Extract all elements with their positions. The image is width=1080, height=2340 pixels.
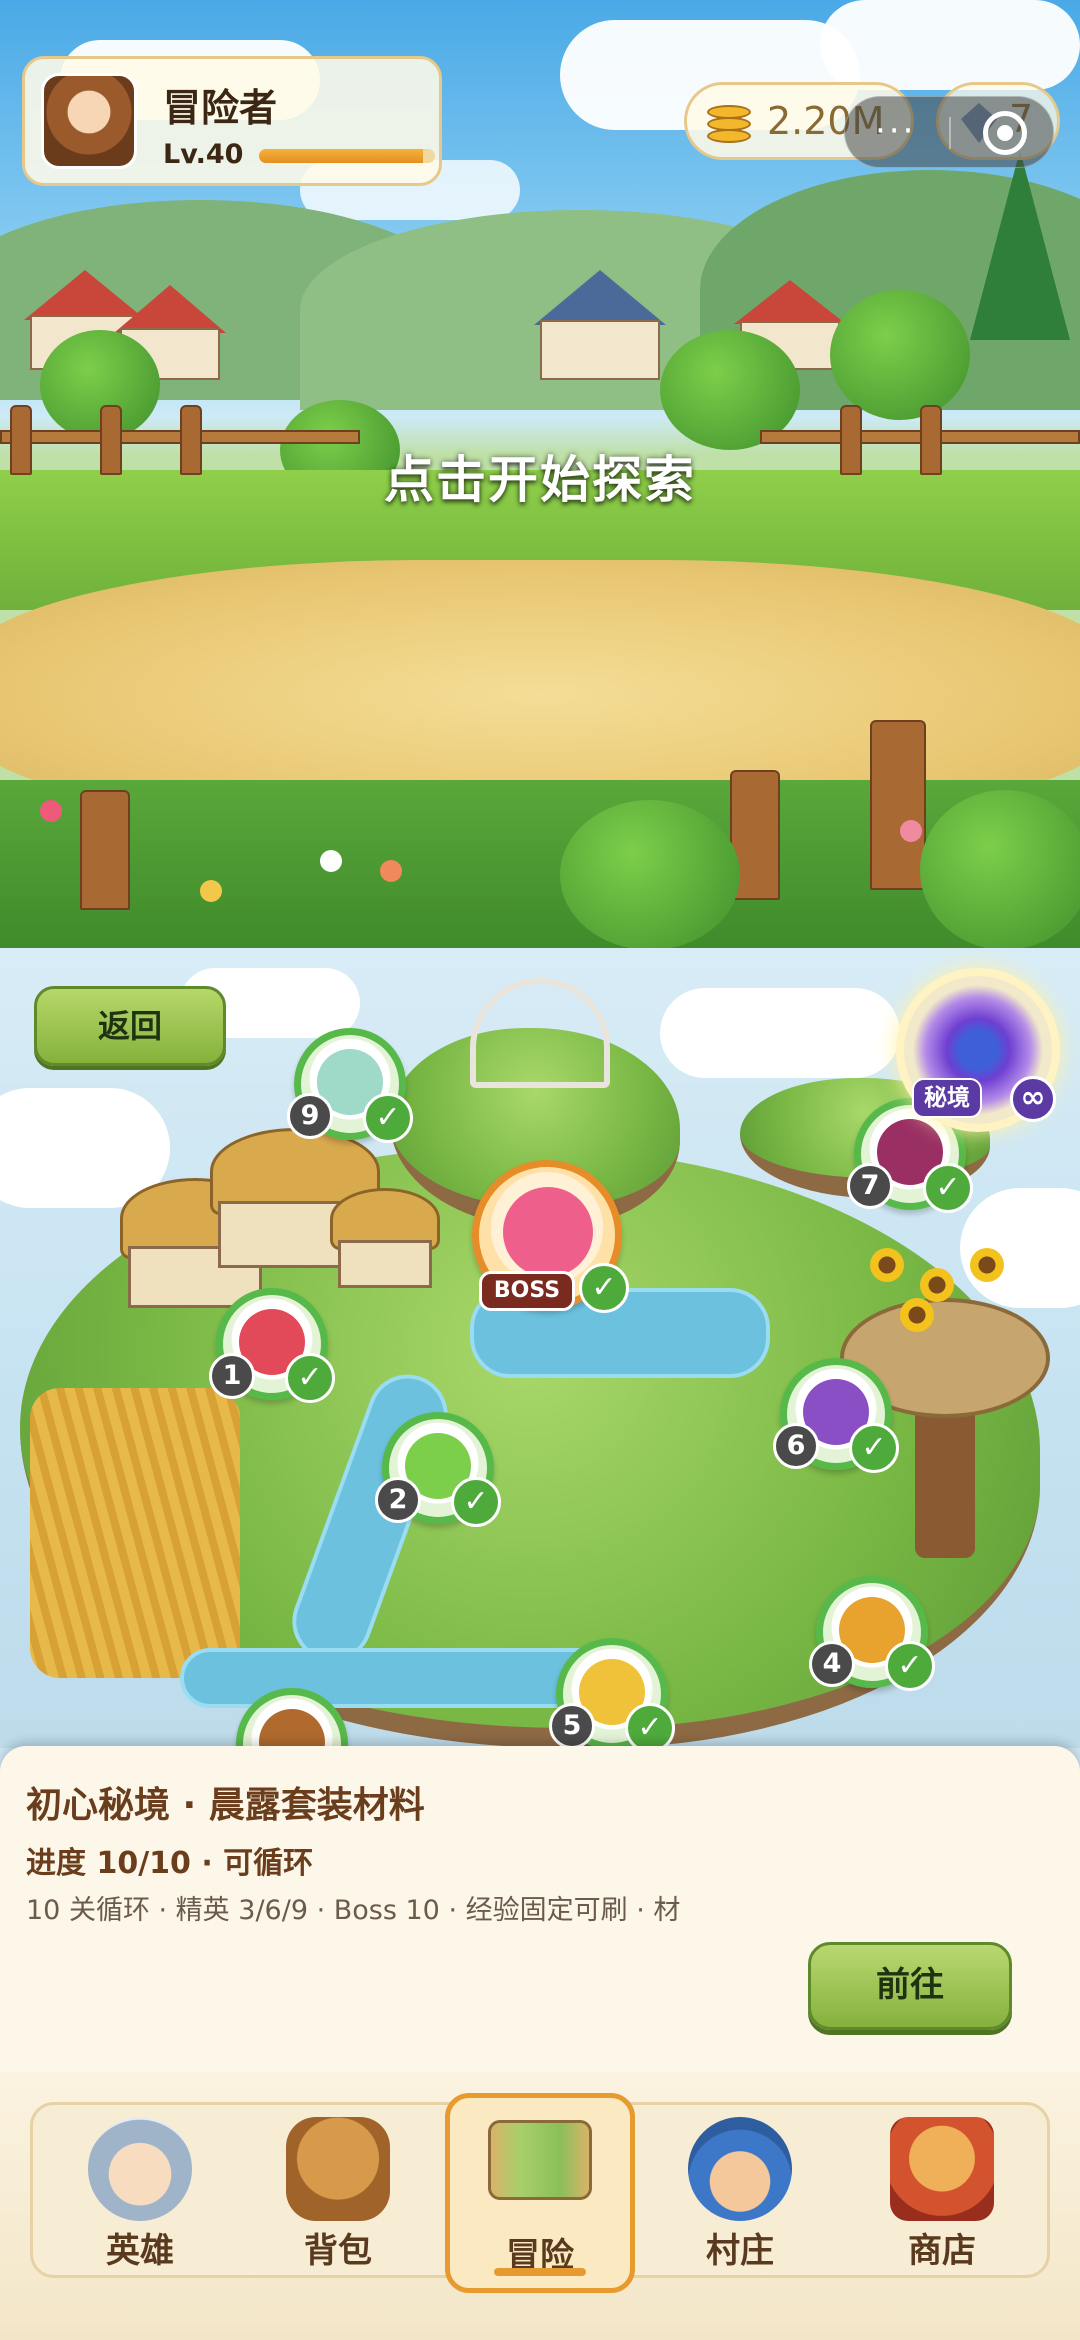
bush xyxy=(920,790,1080,948)
villager-icon xyxy=(688,2117,792,2221)
avatar[interactable] xyxy=(41,73,137,169)
stage-number: 4 xyxy=(809,1641,855,1687)
gazebo xyxy=(470,978,610,1088)
system-capsule: ··· xyxy=(844,96,1054,168)
stage-node-9[interactable]: 9 ✓ xyxy=(287,1028,413,1143)
secret-realm-label: 秘境 xyxy=(912,1078,982,1118)
tree xyxy=(830,290,970,420)
nav-item-hero[interactable]: 英雄 xyxy=(45,2105,235,2281)
cleared-check-icon: ✓ xyxy=(451,1477,501,1527)
stage-number: 7 xyxy=(847,1163,893,1209)
stage-node-5[interactable]: 5 ✓ xyxy=(549,1638,675,1748)
cleared-check-icon: ✓ xyxy=(363,1093,413,1143)
nav-item-backpack[interactable]: 背包 xyxy=(243,2105,433,2281)
player-name: 冒险者 xyxy=(163,86,278,130)
active-indicator xyxy=(494,2268,586,2276)
sunflower xyxy=(900,1298,934,1332)
map-scroll-icon xyxy=(488,2120,592,2200)
stage-node-2[interactable]: 2 ✓ xyxy=(375,1412,501,1527)
pine-tree xyxy=(970,150,1070,340)
fence-post xyxy=(80,790,130,910)
boss-tag: BOSS xyxy=(479,1271,575,1311)
bush xyxy=(560,800,740,948)
flower xyxy=(320,850,342,872)
nav-item-adventure[interactable]: 冒险 xyxy=(445,2093,635,2293)
stage-node-boss[interactable]: BOSS ✓ xyxy=(472,1160,629,1313)
stage-monster-icon xyxy=(259,1709,325,1748)
cleared-check-icon: ✓ xyxy=(849,1423,899,1473)
cleared-check-icon: ✓ xyxy=(625,1703,675,1748)
sunflower xyxy=(870,1248,904,1282)
secret-realm-portal[interactable]: 秘境 ∞ xyxy=(896,968,1060,1132)
nav-label: 英雄 xyxy=(106,2231,174,2271)
cleared-check-icon: ✓ xyxy=(285,1353,335,1403)
xp-bar xyxy=(259,149,435,163)
nav-item-village[interactable]: 村庄 xyxy=(645,2105,835,2281)
start-explore-prompt: 点击开始探索 xyxy=(384,451,696,509)
stage-node-1[interactable]: 1 ✓ xyxy=(209,1288,335,1403)
back-button[interactable]: 返回 xyxy=(34,986,226,1066)
flower xyxy=(900,820,922,842)
dungeon-title: 初心秘境 · 晨露套装材料 xyxy=(26,1785,425,1826)
stage-node-6[interactable]: 6 ✓ xyxy=(773,1358,899,1473)
dungeon-info-panel: 初心秘境 · 晨露套装材料 进度 10/10 · 可循环 10 关循环 · 精英… xyxy=(0,1746,1080,2072)
nav-bar: 英雄 背包 冒险 村庄 商店 xyxy=(30,2093,1050,2293)
player-level: Lv.40 xyxy=(163,139,244,170)
cleared-check-icon: ✓ xyxy=(885,1641,935,1691)
stage-number: 9 xyxy=(287,1093,333,1139)
bottom-nav: 英雄 背包 冒险 村庄 商店 xyxy=(0,2072,1080,2340)
wheat-field xyxy=(30,1388,240,1678)
cloud xyxy=(660,988,900,1078)
fence-post xyxy=(870,720,926,890)
thatched-cottage xyxy=(330,1188,440,1288)
flower xyxy=(40,800,62,822)
nav-label: 商店 xyxy=(908,2231,976,2271)
cleared-check-icon: ✓ xyxy=(923,1163,973,1213)
capsule-divider xyxy=(949,117,951,149)
dungeon-description: 10 关循环 · 精英 3/6/9 · Boss 10 · 经验固定可刷 · 材 xyxy=(26,1895,681,1926)
coin-stack-icon xyxy=(707,101,751,145)
go-button[interactable]: 前往 xyxy=(808,1942,1012,2030)
flower xyxy=(200,880,222,902)
close-target-icon[interactable] xyxy=(983,111,1027,155)
stage-number: 1 xyxy=(209,1353,255,1399)
shop-icon xyxy=(890,2117,994,2221)
more-menu-icon[interactable]: ··· xyxy=(875,111,916,151)
stage-number: 6 xyxy=(773,1423,819,1469)
boss-monster-icon xyxy=(503,1187,593,1277)
adventure-map: 返回 9 ✓ BOSS ✓ 7 ✓ 1 ✓ 6 ✓ 2 ✓ 4 ✓ 5 ✓ 秘境… xyxy=(0,948,1080,1748)
sunflower xyxy=(920,1268,954,1302)
dungeon-progress: 进度 10/10 · 可循环 xyxy=(26,1846,314,1881)
flower xyxy=(380,860,402,882)
sunflower xyxy=(970,1248,1004,1282)
cloud xyxy=(960,1188,1080,1308)
cloud xyxy=(820,0,1080,90)
stage-number: 5 xyxy=(549,1703,595,1748)
player-profile-card[interactable]: 冒险者 Lv.40 xyxy=(22,56,442,186)
nav-label: 背包 xyxy=(304,2231,372,2271)
xp-bar-fill xyxy=(259,149,423,163)
nav-item-shop[interactable]: 商店 xyxy=(847,2105,1037,2281)
hero-icon xyxy=(88,2117,192,2221)
backpack-icon xyxy=(286,2117,390,2221)
cleared-check-icon: ✓ xyxy=(579,1263,629,1313)
nav-label: 村庄 xyxy=(706,2231,774,2271)
village-house xyxy=(534,270,666,380)
infinity-icon: ∞ xyxy=(1010,1076,1056,1122)
stage-number: 2 xyxy=(375,1477,421,1523)
stage-node-4[interactable]: 4 ✓ xyxy=(809,1576,935,1691)
